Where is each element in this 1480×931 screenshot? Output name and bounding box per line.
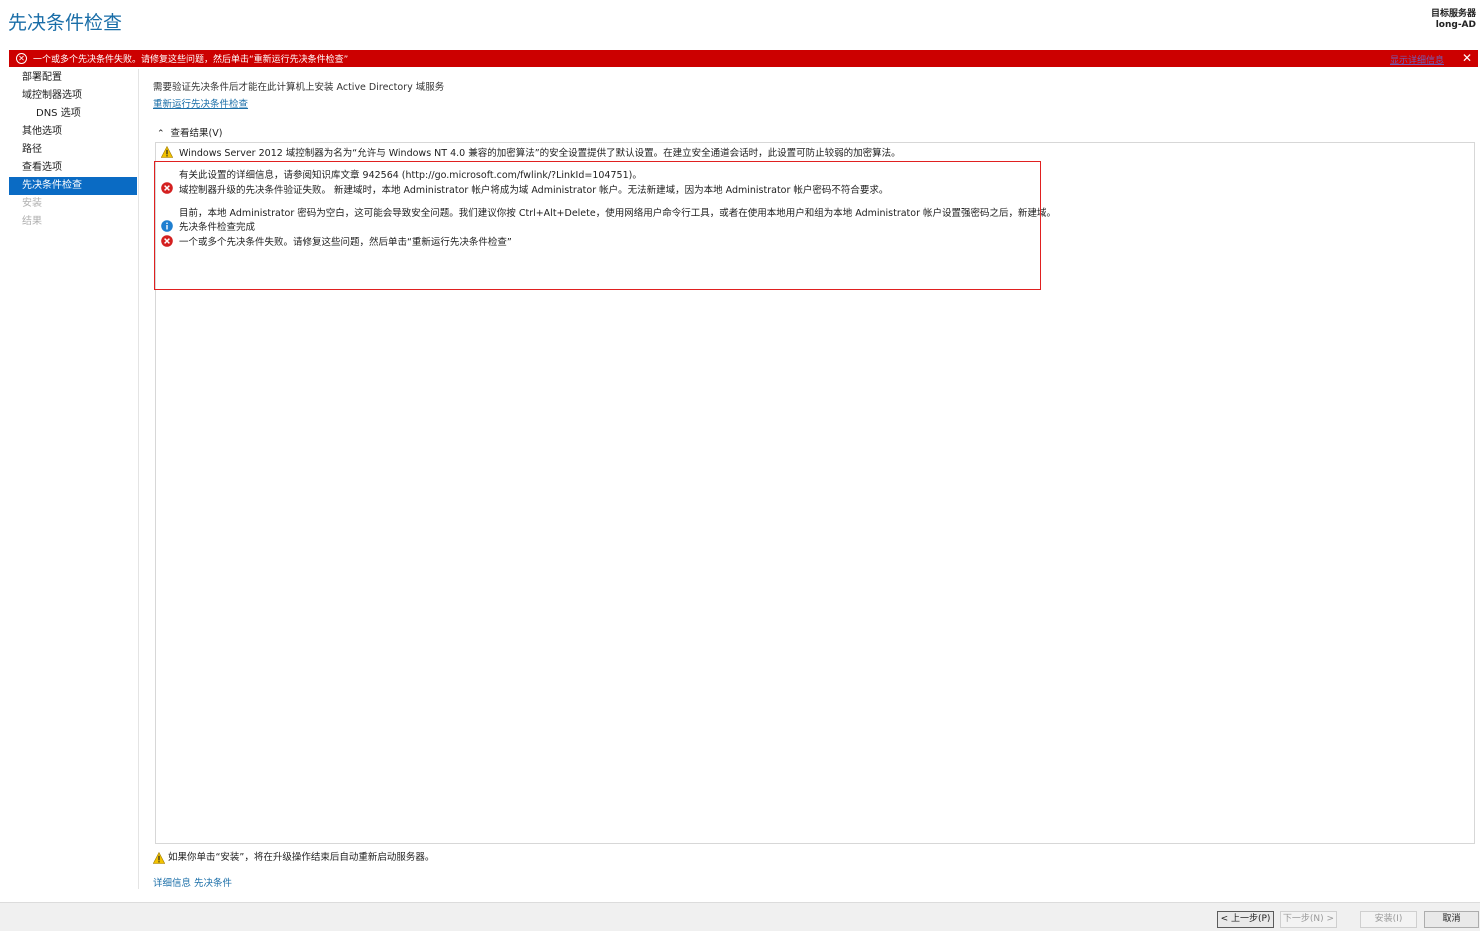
nav-item-installation: 安装 [22, 198, 42, 209]
result-text: 域控制器升级的先决条件验证失败。 新建域时，本地 Administrator 帐… [179, 185, 889, 196]
nav-item-prerequisites-check[interactable]: 先决条件检查 [9, 177, 137, 195]
banner-message: 一个或多个先决条件失败。请修复这些问题，然后单击“重新运行先决条件检查” [33, 55, 349, 65]
info-icon [161, 220, 173, 232]
view-results-toggle[interactable]: ⌃ 查看结果(V) [157, 125, 222, 139]
more-about-prereqs-link[interactable]: 详细信息 先决条件 [153, 875, 232, 889]
close-banner-button[interactable]: ✕ [1462, 51, 1472, 65]
nav-divider [138, 69, 139, 889]
error-icon [161, 182, 173, 194]
next-button: 下一步(N) > [1280, 911, 1337, 928]
install-button: 安装(I) [1360, 911, 1417, 928]
restart-warning: 如果你单击“安装”，将在升级操作结束后自动重新启动服务器。 [152, 849, 435, 864]
nav-item-deployment-config[interactable]: 部署配置 [9, 69, 137, 87]
error-circle-icon: ✕ [16, 53, 27, 64]
restart-warning-text: 如果你单击“安装”，将在升级操作结束后自动重新启动服务器。 [168, 852, 435, 863]
result-text: 先决条件检查完成 [179, 222, 256, 233]
warning-icon [152, 851, 166, 864]
nav-item-dc-options[interactable]: 域控制器选项 [9, 87, 137, 105]
result-text: Windows Server 2012 域控制器为名为“允许与 Windows … [179, 148, 901, 159]
target-server-label: 目标服务器 [1430, 9, 1476, 19]
wizard-button-bar: < 上一步(P) 下一步(N) > 安装(I) 取消 [0, 902, 1480, 931]
rerun-prereq-link[interactable]: 重新运行先决条件检查 [153, 96, 248, 110]
show-details-link[interactable]: 显示详细信息 [1390, 53, 1444, 66]
nav-item-review-options[interactable]: 查看选项 [9, 159, 137, 177]
wizard-nav: 部署配置 域控制器选项 DNS 选项 其他选项 路径 查看选项 先决条件检查 安… [9, 69, 137, 231]
warning-icon [161, 146, 173, 158]
result-text: 有关此设置的详细信息，请参阅知识库文章 942564 (http://go.mi… [179, 170, 642, 181]
prereq-description: 需要验证先决条件后才能在此计算机上安装 Active Directory 域服务 [153, 82, 445, 93]
nav-item-paths[interactable]: 路径 [9, 141, 137, 159]
error-banner: ✕ 一个或多个先决条件失败。请修复这些问题，然后单击“重新运行先决条件检查” 显… [9, 50, 1478, 67]
chevron-up-icon: ⌃ [157, 129, 165, 139]
view-results-label: 查看结果(V) [170, 128, 223, 139]
target-server-info: 目标服务器 long-AD [1431, 9, 1476, 31]
target-server-name: long-AD [1435, 20, 1476, 30]
cancel-button[interactable]: 取消 [1424, 911, 1479, 928]
result-text: 目前，本地 Administrator 密码为空白，这可能会导致安全问题。我们建… [179, 208, 1057, 219]
page-title: 先决条件检查 [8, 12, 123, 34]
results-list[interactable]: Windows Server 2012 域控制器为名为“允许与 Windows … [155, 142, 1475, 844]
nav-item-dns-options[interactable]: DNS 选项 [9, 105, 137, 123]
nav-item-results: 结果 [22, 216, 42, 227]
nav-item-additional-options[interactable]: 其他选项 [9, 123, 137, 141]
previous-button[interactable]: < 上一步(P) [1217, 911, 1274, 928]
error-icon [161, 235, 173, 247]
result-text: 一个或多个先决条件失败。请修复这些问题，然后单击“重新运行先决条件检查” [179, 237, 512, 248]
